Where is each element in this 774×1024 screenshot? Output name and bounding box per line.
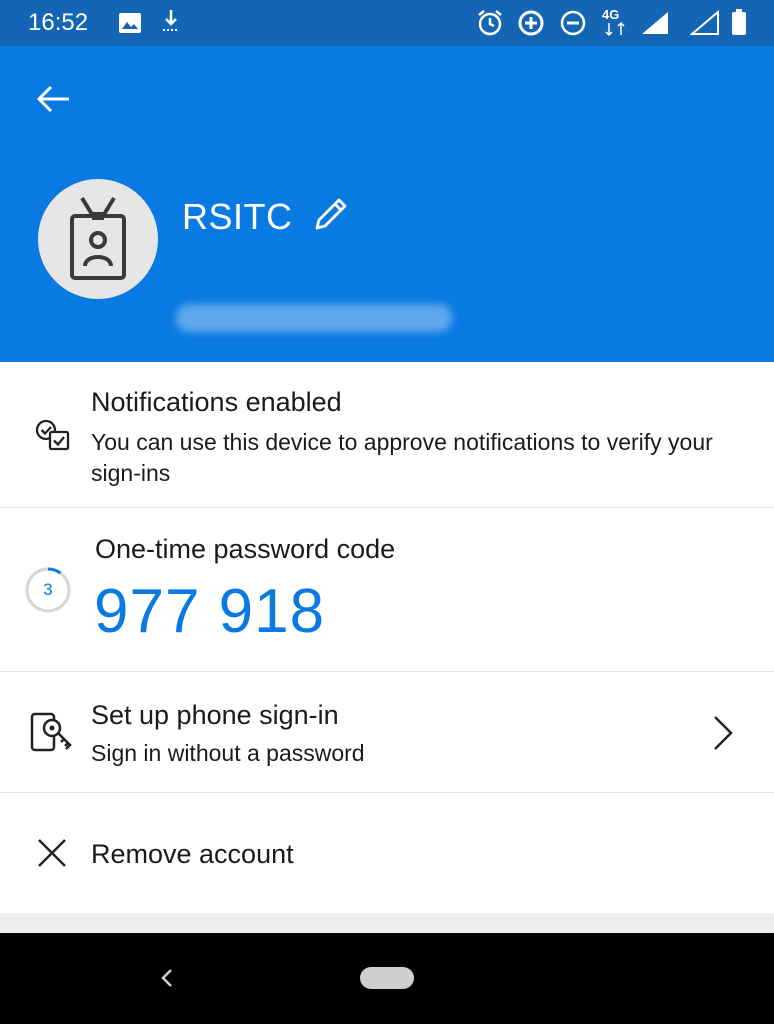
account-name: RSITC	[182, 196, 293, 237]
phone-key-icon	[28, 710, 76, 754]
chevron-right-icon	[708, 712, 738, 754]
4g-icon: 4G	[602, 7, 620, 22]
avatar	[38, 179, 158, 299]
signal-icon	[642, 12, 668, 34]
data-saver-icon	[518, 10, 544, 36]
back-button[interactable]	[24, 76, 82, 122]
remove-account-label: Remove account	[91, 839, 294, 869]
alarm-icon	[478, 10, 502, 36]
chevron-left-icon	[161, 969, 172, 987]
phone-signin-title: Set up phone sign-in	[91, 700, 339, 730]
phone-signin-row[interactable]: Set up phone sign-in Sign in without a p…	[0, 672, 774, 793]
otp-row: 3 One-time password code 977 918	[0, 508, 774, 672]
bottom-divider	[0, 913, 774, 933]
download-icon	[163, 10, 179, 31]
signal-empty-icon	[690, 10, 719, 35]
otp-timer: 3	[24, 566, 72, 614]
status-bar: 16:52 4G	[0, 0, 774, 46]
arrow-left-icon	[36, 85, 69, 113]
otp-code: 977 918	[94, 577, 326, 646]
otp-title: One-time password code	[95, 534, 396, 564]
close-icon	[36, 837, 68, 869]
status-time: 16:52	[28, 9, 89, 36]
do-not-disturb-icon	[560, 10, 586, 36]
remove-account-row[interactable]: Remove account	[0, 793, 774, 913]
notifications-title: Notifications enabled	[91, 387, 342, 417]
notifications-row: Notifications enabled You can use this d…	[0, 362, 774, 508]
image-icon	[119, 13, 141, 33]
account-header: RSITC	[0, 46, 774, 362]
pencil-icon	[315, 198, 347, 230]
otp-timer-seconds: 3	[43, 580, 53, 599]
system-back-button[interactable]	[150, 961, 184, 995]
system-home-button[interactable]	[360, 967, 414, 989]
id-badge-icon	[70, 196, 126, 280]
notifications-subtitle: You can use this device to approve notif…	[91, 429, 713, 486]
system-nav-bar	[0, 933, 774, 1024]
account-email-redacted	[176, 304, 452, 332]
battery-icon	[732, 9, 746, 35]
edit-name-button[interactable]	[306, 192, 356, 236]
notification-check-icon	[34, 418, 74, 454]
phone-signin-subtitle: Sign in without a password	[91, 740, 365, 766]
network-arrows-icon	[605, 22, 625, 36]
